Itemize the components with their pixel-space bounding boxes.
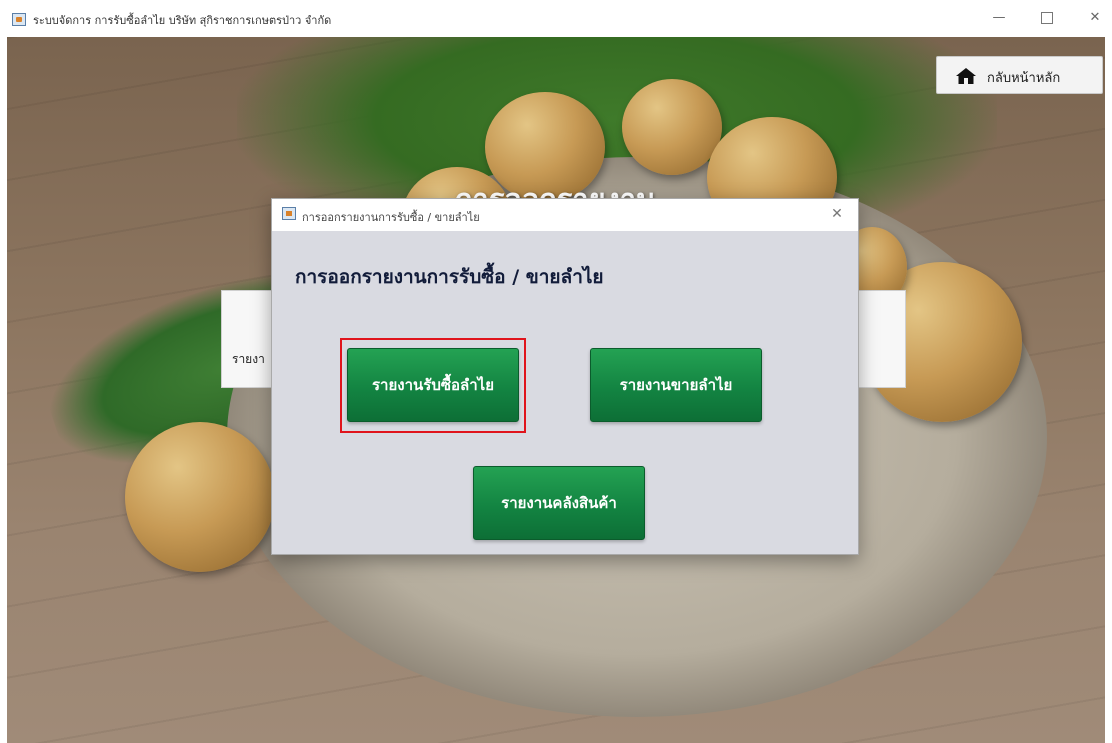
- close-button[interactable]: ✕: [1080, 8, 1110, 28]
- longan-fruit: [622, 79, 722, 175]
- longan-fruit: [125, 422, 275, 572]
- sell-report-button[interactable]: รายงานขายลำไย: [590, 348, 762, 422]
- home-button-label: กลับหน้าหลัก: [987, 71, 1061, 86]
- dialog-title: การออกรายงานการรับซื้อ / ขายลำไย: [302, 211, 480, 224]
- home-button[interactable]: กลับหน้าหลัก: [936, 56, 1103, 94]
- maximize-icon: [1041, 11, 1053, 24]
- dialog-titlebar: การออกรายงานการรับซื้อ / ขายลำไย ✕: [272, 199, 858, 231]
- dialog-heading: การออกรายงานการรับซื้อ / ขายลำไย: [295, 266, 604, 288]
- window-titlebar: ระบบจัดการ การรับซื้อลำไย บริษัท สุกิราช…: [0, 0, 1112, 37]
- maximize-button[interactable]: [1032, 8, 1062, 28]
- buy-report-button[interactable]: รายงานรับซื้อลำไย: [347, 348, 519, 422]
- stock-report-button[interactable]: รายงานคลังสินค้า: [473, 466, 645, 540]
- dialog-close-button[interactable]: ✕: [825, 203, 849, 225]
- java-app-icon: [12, 13, 26, 26]
- report-dialog: การออกรายงานการรับซื้อ / ขายลำไย ✕ การออ…: [271, 198, 859, 555]
- window-title: ระบบจัดการ การรับซื้อลำไย บริษัท สุกิราช…: [33, 14, 332, 27]
- minimize-button[interactable]: —: [984, 8, 1014, 28]
- report-card-right[interactable]: [856, 290, 906, 388]
- home-icon: [956, 68, 976, 84]
- java-app-icon: [282, 207, 296, 220]
- report-card-left-label: รายงา: [232, 352, 265, 366]
